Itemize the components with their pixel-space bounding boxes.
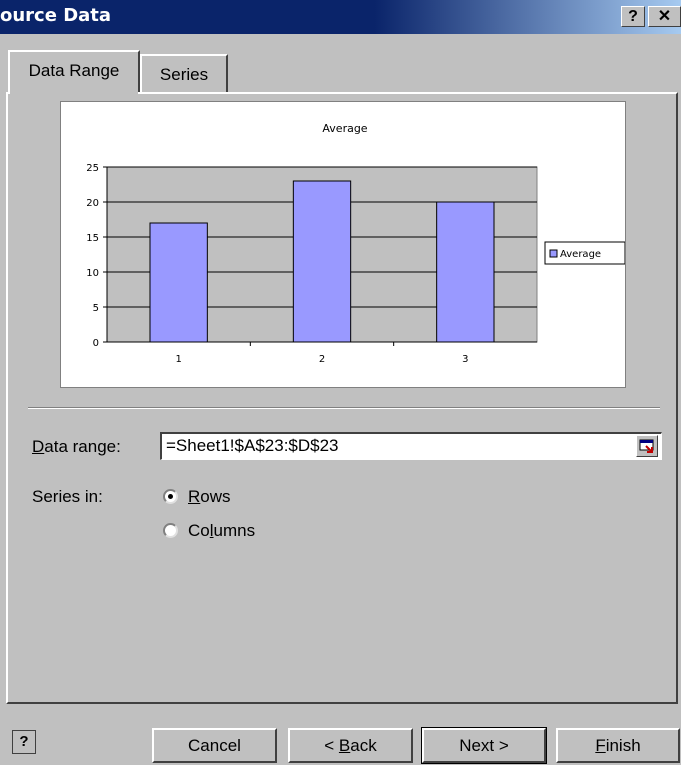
y-tick-label: 0: [93, 338, 99, 349]
next-button[interactable]: Next >: [421, 727, 547, 764]
collapse-dialog-button[interactable]: [636, 435, 658, 457]
separator: [28, 407, 660, 409]
bar: [292, 180, 352, 343]
help-button[interactable]: ?: [12, 730, 36, 754]
y-tick-label: 10: [86, 268, 99, 279]
window-title: ource Data: [0, 5, 112, 26]
y-tick-label: 5: [93, 303, 99, 314]
columns-radio[interactable]: [163, 523, 178, 538]
rows-radio[interactable]: [163, 489, 178, 504]
finish-button[interactable]: Finish: [556, 728, 680, 763]
title-bar: ource Data ? ✕: [0, 0, 681, 34]
x-tick-label: 2: [319, 354, 325, 365]
bar: [149, 222, 208, 343]
chart-preview: Average 0 5 10 15 20 25 1 2 3 Average: [60, 101, 626, 388]
chart-svg: Average 0 5 10 15 20 25 1 2 3 Average: [86, 122, 625, 365]
x-tick-label: 1: [175, 354, 181, 365]
close-button[interactable]: ✕: [648, 6, 681, 27]
bar: [436, 201, 495, 343]
chart-title: Average: [322, 122, 367, 135]
tab-data-range[interactable]: Data Range: [8, 50, 140, 94]
series-in-label: Series in:: [32, 487, 103, 506]
legend-label: Average: [560, 249, 601, 260]
data-range-label: Data range:: [32, 437, 121, 456]
legend-swatch: [549, 249, 558, 258]
rows-label[interactable]: Rows: [188, 487, 231, 507]
x-tick-label: 3: [462, 354, 468, 365]
active-tab-join: [10, 92, 138, 96]
columns-label[interactable]: Columns: [188, 521, 255, 541]
cancel-button[interactable]: Cancel: [152, 728, 277, 763]
tab-series[interactable]: Series: [140, 54, 228, 94]
data-range-input[interactable]: =Sheet1!$A$23:$D$23: [160, 432, 662, 460]
y-tick-label: 20: [86, 198, 99, 209]
radio-selected-dot: [168, 494, 173, 499]
y-tick-label: 25: [86, 163, 99, 174]
help-title-button[interactable]: ?: [621, 6, 645, 27]
back-button[interactable]: < Back: [288, 728, 413, 763]
collapse-dialog-icon: [639, 439, 654, 453]
y-tick-label: 15: [86, 233, 99, 244]
